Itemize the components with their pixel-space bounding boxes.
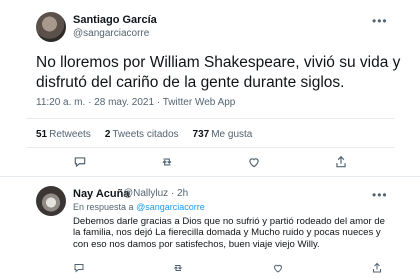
reply-icon[interactable] — [70, 155, 90, 172]
divider — [0, 176, 420, 177]
retweet-icon[interactable] — [172, 262, 184, 277]
likes-count: 737 — [192, 129, 210, 140]
reply-action-bar — [73, 262, 383, 277]
retweet-icon[interactable] — [157, 155, 177, 172]
avatar[interactable] — [36, 12, 66, 42]
tweet-text: No lloremos por William Shakespeare, viv… — [36, 54, 401, 91]
divider — [26, 147, 394, 148]
tweet-meta[interactable]: 11:20 a. m. · 28 may. 2021 · Twitter Web… — [36, 97, 235, 108]
reply-avatar[interactable] — [36, 186, 66, 216]
retweets-count: 51 — [36, 129, 48, 140]
share-icon[interactable] — [331, 155, 351, 172]
like-icon[interactable] — [244, 155, 264, 172]
reply-icon[interactable] — [73, 262, 85, 277]
reply-more-options-icon[interactable]: ••• — [372, 188, 388, 202]
quotes-label: Tweets citados — [112, 129, 179, 140]
divider — [26, 118, 394, 119]
share-icon[interactable] — [371, 262, 383, 277]
quotes-stat[interactable]: 2 Tweets citados — [105, 129, 179, 140]
reply-author-name[interactable]: Nay Acuña — [73, 188, 129, 200]
tweet-action-bar — [36, 155, 384, 172]
retweets-stat[interactable]: 51 Retweets — [36, 129, 91, 140]
reply-author-handle[interactable]: @Nallyluz · 2h — [123, 188, 188, 199]
tweet-stats: 51 Retweets 2 Tweets citados 737 Me gusta — [36, 129, 252, 140]
author-name[interactable]: Santiago García — [73, 14, 157, 26]
more-options-icon[interactable]: ••• — [372, 14, 388, 28]
reply-context: En respuesta a @sangarciacorre — [73, 202, 205, 212]
like-icon[interactable] — [272, 262, 284, 277]
tweet-card: Santiago García @sangarciacorre ••• No l… — [0, 0, 420, 280]
likes-label: Me gusta — [211, 129, 253, 140]
author-handle[interactable]: @sangarciacorre — [73, 28, 149, 39]
reply-text: Debemos darle gracias a Dios que no sufr… — [73, 216, 385, 250]
reply-context-prefix: En respuesta a — [73, 202, 134, 212]
likes-stat[interactable]: 737 Me gusta — [193, 129, 253, 140]
reply-context-handle[interactable]: @sangarciacorre — [136, 202, 205, 212]
retweets-label: Retweets — [49, 129, 91, 140]
quotes-count: 2 — [104, 129, 111, 140]
